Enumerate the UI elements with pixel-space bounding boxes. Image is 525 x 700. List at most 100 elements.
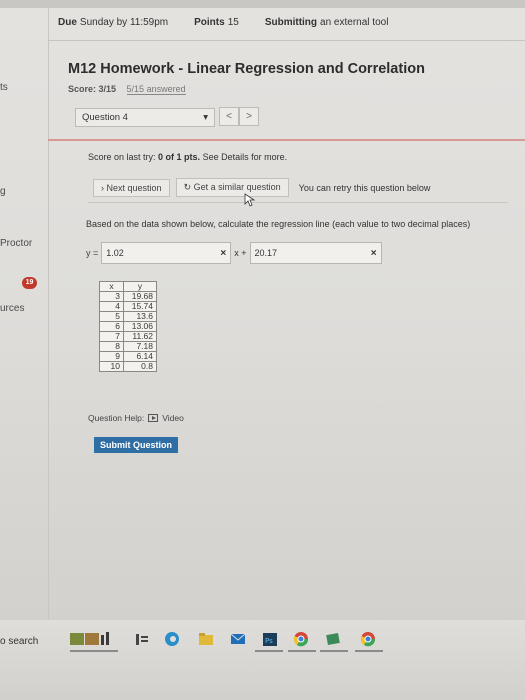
y-cell: 15.74 bbox=[123, 301, 157, 312]
equation-operator: x + bbox=[234, 248, 247, 258]
question-help: Question Help: Video bbox=[88, 413, 184, 423]
active-indicator bbox=[320, 650, 348, 652]
y-cell: 11.62 bbox=[123, 331, 157, 342]
x-cell: 6 bbox=[99, 321, 124, 332]
app-icon[interactable] bbox=[325, 630, 341, 648]
browser-content: ts g Proctor 19 urces Due Sunday by 11:59… bbox=[0, 0, 525, 620]
notification-badge: 19 bbox=[22, 277, 37, 289]
sidebar-divider bbox=[48, 0, 49, 620]
video-link[interactable]: Video bbox=[162, 413, 184, 423]
active-indicator bbox=[288, 650, 316, 652]
action-buttons: › Next question ↻ Get a similar question… bbox=[93, 178, 434, 197]
y-cell: 7.18 bbox=[123, 341, 157, 352]
sidebar-item-proctor[interactable]: Proctor bbox=[0, 238, 32, 249]
svg-text:Ps: Ps bbox=[265, 637, 273, 645]
question-divider bbox=[88, 202, 508, 203]
similar-question-button[interactable]: ↻ Get a similar question bbox=[175, 178, 289, 197]
y-cell: 13.06 bbox=[123, 321, 157, 332]
table-header-y: y bbox=[123, 281, 157, 292]
assignment-details: Due Sunday by 11:59pm Points 15 Submitting… bbox=[58, 17, 388, 28]
table-row: 4 15.74 bbox=[99, 301, 157, 312]
mail-icon[interactable] bbox=[230, 630, 246, 648]
chevron-right-icon: › bbox=[101, 182, 104, 193]
question-select-value: Question 4 bbox=[82, 112, 128, 123]
table-row: 3 19.68 bbox=[99, 291, 157, 302]
x-cell: 8 bbox=[99, 341, 124, 352]
points-value: 15 bbox=[227, 17, 239, 28]
table-row: 5 13.6 bbox=[99, 311, 157, 322]
next-question-arrow-button[interactable]: > bbox=[239, 107, 259, 126]
taskbar-search[interactable]: o search bbox=[0, 636, 38, 647]
header-divider bbox=[48, 40, 525, 41]
taskbar: o search Ps bbox=[0, 620, 525, 700]
question-select[interactable]: Question 4 ▾ bbox=[75, 108, 215, 127]
refresh-icon: ↻ bbox=[183, 182, 192, 192]
question-nav: < > bbox=[219, 107, 259, 126]
due-value: Sunday by 11:59pm bbox=[79, 17, 169, 28]
cursor-icon bbox=[244, 193, 256, 207]
active-indicator bbox=[355, 650, 383, 652]
active-indicator bbox=[70, 650, 118, 652]
top-strip bbox=[0, 0, 525, 8]
slope-input[interactable]: 1.02 × bbox=[101, 242, 232, 264]
sidebar-item-partial[interactable]: g bbox=[0, 186, 6, 197]
submitting-label: Submitting bbox=[264, 17, 318, 28]
submit-question-button[interactable]: Submit Question bbox=[94, 437, 178, 453]
table-row: 10 0.8 bbox=[99, 361, 157, 372]
data-table: x y 3 19.68 4 15.74 5 13.6 6 13.06 7 11.62 87… bbox=[99, 281, 157, 372]
chrome-icon[interactable] bbox=[293, 630, 309, 648]
table-header-x: x bbox=[99, 281, 124, 292]
task-view-thumbnails-icon[interactable] bbox=[70, 630, 118, 648]
retry-note: You can retry this question below bbox=[298, 182, 431, 193]
submitting-value: an external tool bbox=[320, 17, 389, 28]
y-cell: 0.8 bbox=[123, 361, 157, 372]
sidebar-item-resources[interactable]: urces bbox=[0, 303, 24, 314]
task-manager-icon[interactable] bbox=[135, 630, 149, 648]
due-label: Due bbox=[58, 17, 77, 28]
similar-question-label: Get a similar question bbox=[193, 182, 281, 192]
x-cell: 7 bbox=[99, 331, 124, 342]
last-try-feedback: Score on last try: 0 of 1 pts. See Detai… bbox=[88, 152, 287, 162]
sidebar-item-partial[interactable]: ts bbox=[0, 82, 8, 93]
score-prefix: Score on last try: bbox=[88, 152, 156, 162]
regression-equation: y = 1.02 × x + 20.17 × bbox=[86, 242, 382, 264]
intercept-value: 20.17 bbox=[254, 248, 278, 258]
y-cell: 6.14 bbox=[123, 351, 157, 362]
intercept-input[interactable]: 20.17 × bbox=[249, 242, 382, 264]
score-row: Score: 3/15 5/15 answered bbox=[68, 84, 186, 95]
prev-question-button[interactable]: < bbox=[219, 107, 239, 126]
table-row: 8 7.18 bbox=[99, 341, 157, 352]
question-instruction: Based on the data shown below, calculate… bbox=[86, 219, 471, 229]
x-cell: 4 bbox=[99, 301, 124, 312]
score-suffix[interactable]: See Details for more. bbox=[203, 152, 288, 162]
help-label: Question Help: bbox=[88, 413, 145, 423]
x-cell: 10 bbox=[99, 361, 124, 372]
feedback-divider bbox=[48, 139, 525, 141]
next-question-button[interactable]: › Next question bbox=[93, 178, 170, 197]
incorrect-x-icon: × bbox=[220, 248, 227, 259]
table-row: 7 11.62 bbox=[99, 331, 157, 342]
y-cell: 19.68 bbox=[123, 291, 157, 302]
folder-icon[interactable] bbox=[198, 630, 214, 648]
x-cell: 9 bbox=[99, 351, 124, 362]
edge-browser-icon[interactable] bbox=[164, 630, 180, 648]
slope-value: 1.02 bbox=[106, 248, 124, 258]
incorrect-x-icon: × bbox=[370, 248, 377, 259]
score-text: Score: 3/15 bbox=[68, 84, 117, 94]
equation-prefix: y = bbox=[86, 248, 99, 258]
active-indicator bbox=[255, 650, 283, 652]
page-title: M12 Homework - Linear Regression and Cor… bbox=[68, 61, 425, 77]
score-value: 0 of 1 pts. bbox=[158, 152, 201, 162]
chevron-down-icon: ▾ bbox=[203, 112, 208, 123]
table-row: 9 6.14 bbox=[99, 351, 157, 362]
table-row: 6 13.06 bbox=[99, 321, 157, 332]
x-cell: 3 bbox=[99, 291, 124, 302]
next-question-label: Next question bbox=[106, 182, 162, 193]
video-icon[interactable] bbox=[148, 414, 159, 422]
points-label: Points bbox=[194, 17, 225, 28]
x-cell: 5 bbox=[99, 311, 124, 322]
y-cell: 13.6 bbox=[123, 311, 157, 322]
answered-count: 5/15 answered bbox=[126, 84, 186, 95]
chrome-icon[interactable] bbox=[360, 630, 376, 648]
photoshop-icon[interactable]: Ps bbox=[262, 630, 278, 648]
